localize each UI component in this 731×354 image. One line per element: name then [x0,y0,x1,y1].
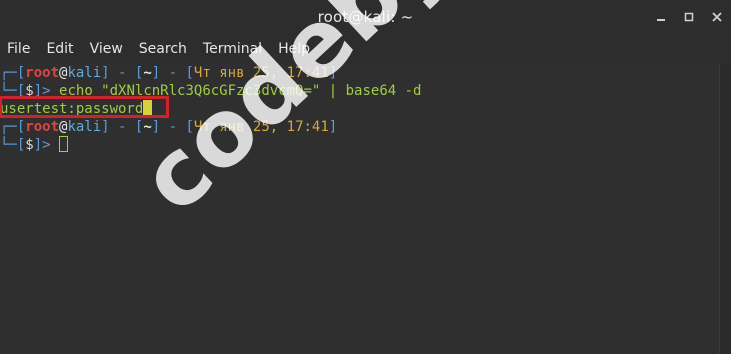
menu-view[interactable]: View [82,34,131,64]
title-bar: root@kali: ~ [0,0,731,34]
menu-search[interactable]: Search [131,34,195,64]
cursor-hollow [59,136,69,152]
output-highlight-box [0,96,169,118]
command-line-2: └─[$]> [0,136,69,154]
minimize-button[interactable] [647,0,675,34]
terminal-area[interactable]: ┌─[root@kali] - [~] - [Чт янв 25, 17:41]… [0,64,720,354]
menu-help[interactable]: Help [270,34,318,64]
close-icon [712,12,722,22]
menu-terminal[interactable]: Terminal [195,34,270,64]
menu-bar: File Edit View Search Terminal Help [0,34,731,64]
menu-edit[interactable]: Edit [38,34,81,64]
window-title: root@kali: ~ [317,8,414,26]
minimize-icon [657,19,665,21]
prompt-line-1: ┌─[root@kali] - [~] - [Чт янв 25, 17:41] [0,65,338,81]
menu-file[interactable]: File [0,34,38,64]
close-button[interactable] [703,0,731,34]
prompt-line-2: ┌─[root@kali] - [~] - [Чт янв 25, 17:41] [0,119,338,135]
maximize-button[interactable] [675,0,703,34]
maximize-icon [684,12,694,22]
window-controls [647,0,731,34]
scrollbar[interactable] [719,64,731,354]
